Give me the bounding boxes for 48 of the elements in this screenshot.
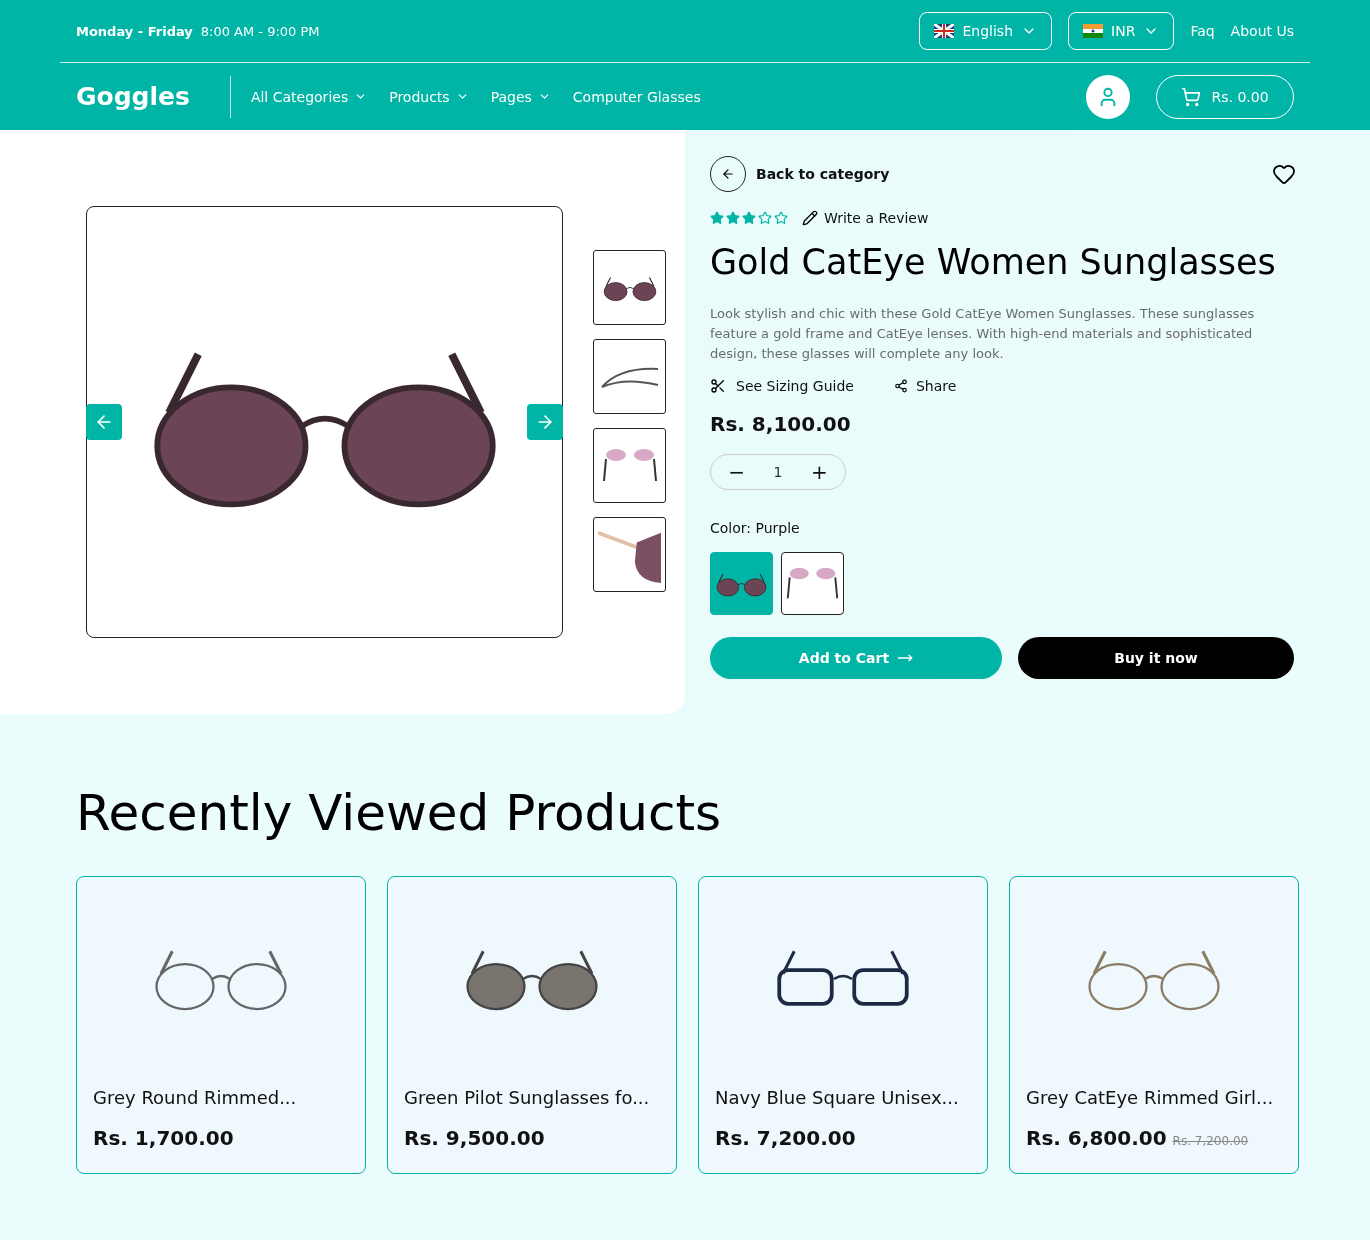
share-link[interactable]: Share (915, 378, 957, 394)
color-swatch[interactable] (781, 552, 844, 615)
arrow-left-icon (721, 167, 735, 181)
thumbnail-button[interactable] (593, 428, 666, 503)
flag-icon (1083, 24, 1104, 38)
product-description: Look stylish and chic with these Gold CatEye Women Sunglasses. These sunglasses feature a gold frame and CatEye lenses. With high-end materials and sophisticated design, these glasses will complete any look. (710, 305, 1256, 363)
pencil-icon (802, 210, 818, 226)
opening-days: Monday - Friday (76, 23, 193, 39)
decrease-button[interactable]: − (722, 459, 751, 485)
star-icon (774, 211, 788, 225)
color-label: Color: Purple (710, 520, 801, 536)
quantity-value: 1 (773, 464, 783, 480)
star-icon (742, 211, 756, 225)
buy-now-button[interactable]: Buy it now (1018, 637, 1294, 679)
product-price: Rs. 6,800.00 (1026, 1126, 1167, 1150)
product-name: Grey CatEye Rimmed Girl... (1026, 1087, 1275, 1108)
star-icon (710, 211, 724, 225)
star-icon (758, 211, 772, 225)
original-price: Rs. 7,200.00 (1172, 1134, 1249, 1148)
thumbnail-button[interactable] (593, 250, 666, 325)
product-price: Rs. 9,500.00 (404, 1126, 545, 1150)
sizing-guide-link[interactable]: See Sizing Guide (736, 378, 854, 394)
write-review-link[interactable]: Write a Review (824, 210, 929, 226)
account-button[interactable] (1086, 74, 1130, 119)
product-title: Gold CatEye Women Sunglasses (710, 242, 1277, 282)
product-name: Green Pilot Sunglasses fo... (404, 1087, 651, 1108)
product-card[interactable]: Grey CatEye Rimmed Girl... Rs. 6,800.00 Rs. 7,200.00 (1009, 876, 1299, 1174)
share-icon (893, 379, 908, 393)
product-price: Rs. 1,700.00 (93, 1126, 234, 1150)
thumbnail-button[interactable] (593, 517, 666, 592)
section-heading: Recently Viewed Products (76, 784, 723, 842)
increase-button[interactable]: + (804, 459, 834, 485)
product-name: Navy Blue Square Unisex... (715, 1087, 960, 1108)
opening-hours: 8:00 AM - 9:00 PM (200, 23, 320, 39)
product-price: Rs. 7,200.00 (715, 1126, 856, 1150)
product-card[interactable]: Navy Blue Square Unisex... Rs. 7,200.00 (698, 876, 988, 1174)
product-card[interactable]: Green Pilot Sunglasses fo... Rs. 9,500.00 (387, 876, 677, 1174)
star-icon (726, 211, 740, 225)
product-price: Rs. 8,100.00 (710, 412, 852, 436)
wishlist-heart-icon[interactable] (1272, 162, 1296, 186)
product-name: Grey Round Rimmed... (93, 1087, 298, 1108)
thumbnail-button[interactable] (593, 339, 666, 414)
product-card[interactable]: Grey Round Rimmed... Rs. 1,700.00 (76, 876, 366, 1174)
color-swatch[interactable] (710, 552, 773, 615)
scissors-icon (710, 378, 726, 394)
cart-icon (1181, 86, 1202, 107)
flag-icon (934, 24, 955, 38)
back-link[interactable]: Back to category (756, 166, 890, 182)
